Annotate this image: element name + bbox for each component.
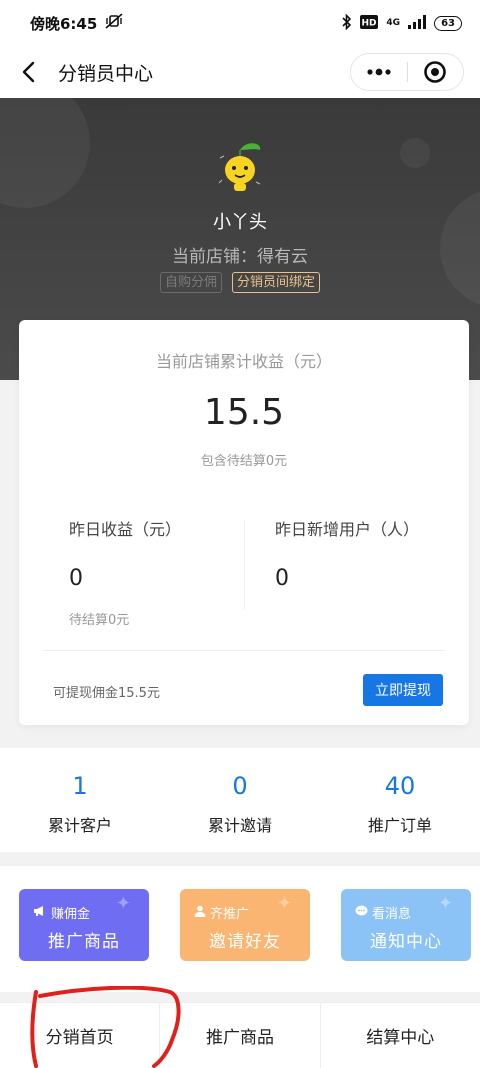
chevron-left-icon[interactable] [16,60,40,84]
status-time: 傍晚6:45 [30,14,98,33]
target-circle-icon[interactable] [408,54,464,90]
tab-settlement-center[interactable]: 结算中心 [321,1003,480,1068]
shortcut-label: 推广商品 [48,932,120,952]
stat-total-invites[interactable]: 0 累计邀请 [160,748,320,852]
yesterday-income: 昨日收益（元） 0 待结算0元 [69,516,181,628]
stat-promo-orders[interactable]: 40 推广订单 [320,748,480,852]
sparkle-icon: ✦ [115,893,131,914]
withdrawable-commission: 可提现佣金15.5元 [53,686,160,701]
hd-icon: HD [360,14,379,32]
shortcut-promote-products[interactable]: ✦ 赚佣金 推广商品 [19,889,149,961]
sparkle-icon: ✦ [276,893,292,914]
stat-total-customers[interactable]: 1 累计客户 [0,748,160,852]
shortcut-tag: 看消息 [372,907,412,922]
tag-self-purchase: 自购分佣 [159,272,222,293]
mini-program-capsule [350,53,464,91]
bluetooth-icon [342,13,352,33]
shortcut-tag: 赚佣金 [51,907,91,922]
network-type: 4G [386,18,401,28]
vibrate-off-icon [105,13,123,33]
yesterday-income-value: 0 [69,566,83,591]
shortcut-label: 通知中心 [370,932,442,952]
username: 小丫头 [213,212,267,233]
stat-label: 累计客户 [47,816,112,835]
page-title: 分销员中心 [58,62,154,85]
tag-list: 自购分佣 分销员间绑定 [0,272,480,293]
decor-bubble [0,98,90,208]
user-icon [194,905,206,921]
shortcut-notification-center[interactable]: ✦ 看消息 通知中心 [341,889,471,961]
withdraw-button[interactable]: 立即提现 [363,674,443,706]
shortcut-section: ✦ 赚佣金 推广商品 ✦ 齐推广 邀请好友 ✦ 看消息 通知中心 [0,866,480,992]
divider [244,520,245,610]
nav-bar: 分销员中心 [0,46,480,98]
shortcut-label: 邀请好友 [209,932,281,952]
new-users-value: 0 [275,566,289,591]
tab-distribution-home[interactable]: 分销首页 [0,1003,161,1068]
stat-value: 40 [384,772,416,800]
stat-label: 推广订单 [367,816,432,835]
chat-icon [355,905,368,921]
shortcut-invite-friends[interactable]: ✦ 齐推广 邀请好友 [180,889,310,961]
divider [44,650,444,651]
svg-text:HD: HD [362,18,377,28]
shortcut-tag: 齐推广 [210,907,250,922]
total-earnings-value: 15.5 [203,392,285,433]
tab-promote-products[interactable]: 推广商品 [160,1003,321,1068]
total-earnings-label: 当前店铺累计收益（元） [155,352,332,371]
new-users: 昨日新增用户（人） 0 [275,516,419,591]
new-users-label: 昨日新增用户（人） [275,520,420,539]
signal-icon [408,14,427,32]
current-shop: 当前店铺：得有云 [172,247,308,267]
sparkle-icon: ✦ [437,893,453,914]
stat-value: 1 [72,772,88,800]
megaphone-icon [33,905,47,921]
stat-label: 累计邀请 [207,816,272,835]
pending-settlement-total: 包含待结算0元 [200,454,288,469]
decor-bubble [400,138,430,168]
more-dots-icon[interactable] [351,54,407,90]
tag-distributor-binding: 分销员间绑定 [232,272,321,293]
battery-icon: 63 [434,15,462,31]
stat-value: 0 [232,772,248,800]
yesterday-pending: 待结算0元 [69,613,130,628]
yesterday-income-label: 昨日收益（元） [69,520,182,539]
status-bar: 傍晚6:45 HD 4G 63 [0,0,480,46]
earnings-card: 当前店铺累计收益（元） 15.5 包含待结算0元 昨日收益（元） 0 待结算0元… [19,320,469,725]
avatar[interactable] [210,136,270,196]
stats-row: 1 累计客户 0 累计邀请 40 推广订单 [0,748,480,852]
bottom-tab-bar: 分销首页 推广商品 结算中心 [0,1002,480,1068]
